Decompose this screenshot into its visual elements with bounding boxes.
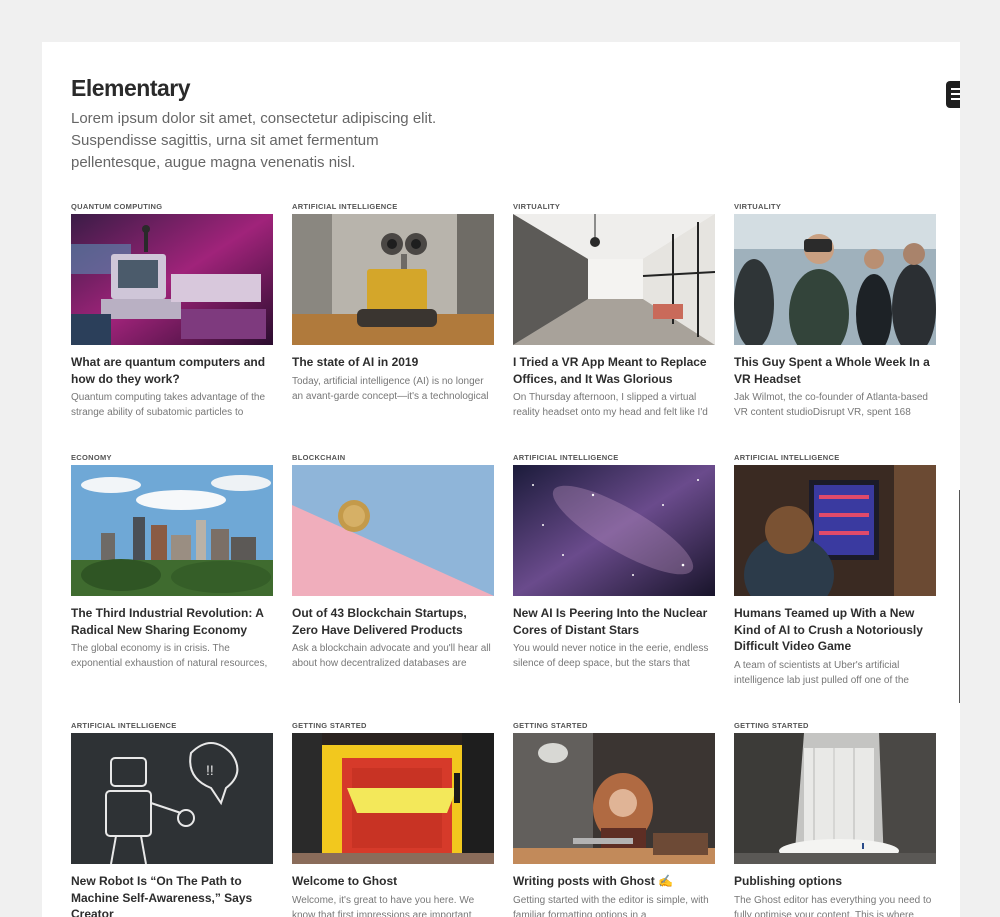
post-tag[interactable]: Artificial Intelligence [292, 200, 494, 214]
post-title[interactable]: Publishing options [734, 873, 936, 890]
post-card[interactable]: Virtuality I Tried a VR App Me [513, 200, 715, 420]
post-image-galaxy[interactable] [513, 465, 715, 596]
post-tag[interactable]: Blockchain [292, 451, 494, 465]
post-excerpt: Welcome, it's great to have you here. We… [292, 894, 475, 917]
post-excerpt: Quantum computing takes advantage of the… [71, 392, 266, 418]
post-tag[interactable]: Artificial Intelligence [71, 719, 273, 733]
post-title[interactable]: The Third Industrial Revolution: A Radic… [71, 605, 273, 638]
post-excerpt: The global economy is in crisis. The exp… [71, 643, 268, 669]
post-title[interactable]: New Robot Is “On The Path to Machine Sel… [71, 873, 273, 917]
post-image-city-skyline[interactable] [71, 465, 273, 596]
post-tag[interactable]: Virtuality [513, 200, 715, 214]
post-tag[interactable]: Economy [71, 451, 273, 465]
post-tag[interactable]: Quantum Computing [71, 200, 273, 214]
post-image-retro-computers[interactable] [71, 214, 273, 345]
post-image-robot-chalk[interactable]: !! [71, 733, 273, 864]
svg-text:!!: !! [206, 762, 214, 778]
post-excerpt: On Thursday afternoon, I slipped a virtu… [513, 392, 708, 418]
hamburger-icon [951, 88, 960, 100]
post-title[interactable]: Welcome to Ghost [292, 873, 494, 890]
post-card[interactable]: Artificial Intelligence The state of AI … [292, 200, 494, 404]
post-excerpt: The Ghost editor has everything you need… [734, 894, 932, 917]
post-excerpt: You would never notice in the eerie, end… [513, 643, 709, 669]
menu-button[interactable] [946, 81, 960, 108]
site-description: Lorem ipsum dolor sit amet, consectetur … [71, 110, 437, 171]
post-image-office-hallway[interactable] [513, 214, 715, 345]
post-card[interactable]: Blockchain Out of 43 Blockchain Startups… [292, 451, 494, 671]
post-card[interactable]: Getting Started Publishing options The G… [734, 719, 936, 917]
site-title[interactable]: Elementary [71, 75, 191, 102]
post-excerpt: Today, artificial intelligence (AI) is n… [292, 375, 489, 402]
scrollbar[interactable] [959, 490, 960, 703]
post-card[interactable]: Artificial Intelligence New AI Is Peerin… [513, 451, 715, 671]
post-excerpt: Ask a blockchain advocate and you'll hea… [292, 643, 491, 669]
post-image-coin-pastel[interactable] [292, 465, 494, 596]
post-title[interactable]: This Guy Spent a Whole Week In a VR Head… [734, 354, 936, 387]
post-card[interactable]: Getting Started Welcome to Ghost Welcome… [292, 719, 494, 917]
post-title[interactable]: What are quantum computers and how do th… [71, 354, 273, 387]
page: Elementary Lorem ipsum dolor sit amet, c… [42, 42, 960, 917]
post-tag[interactable]: Getting Started [292, 719, 494, 733]
post-excerpt: A team of scientists at Uber's artificia… [734, 659, 909, 686]
post-title[interactable]: I Tried a VR App Meant to Replace Office… [513, 354, 715, 387]
post-tag[interactable]: Artificial Intelligence [734, 451, 936, 465]
post-tag[interactable]: Getting Started [513, 719, 715, 733]
post-title[interactable]: Writing posts with Ghost ✍️ [513, 873, 715, 890]
post-card[interactable]: Getting Started Writing posts with Ghost… [513, 719, 715, 917]
post-image-vr-crowd[interactable] [734, 214, 936, 345]
post-image-wall-e-robot[interactable] [292, 214, 494, 345]
post-card[interactable]: Virtuality This Guy Spent a Whole Week I… [734, 200, 936, 420]
post-image-waterfall[interactable] [734, 733, 936, 864]
post-title[interactable]: The state of AI in 2019 [292, 354, 494, 371]
post-image-arcade-kid[interactable] [734, 465, 936, 596]
post-card[interactable]: Quantum Computing What are quantum compu… [71, 200, 273, 420]
post-image-woman-laptop[interactable] [513, 733, 715, 864]
post-tag[interactable]: Virtuality [734, 200, 936, 214]
post-excerpt: Getting started with the editor is simpl… [513, 894, 709, 917]
post-title[interactable]: Humans Teamed up With a New Kind of AI t… [734, 605, 936, 655]
post-image-hello-door[interactable] [292, 733, 494, 864]
post-tag[interactable]: Getting Started [734, 719, 936, 733]
post-excerpt: Jak Wilmot, the co-founder of Atlanta-ba… [734, 392, 928, 418]
post-card[interactable]: Artificial Intelligence Humans Teamed up… [734, 451, 936, 688]
post-card[interactable]: Artificial Intelligence !! N [71, 719, 273, 917]
post-title[interactable]: Out of 43 Blockchain Startups, Zero Have… [292, 605, 494, 638]
post-tag[interactable]: Artificial Intelligence [513, 451, 715, 465]
post-card[interactable]: Economy [71, 451, 273, 671]
post-title[interactable]: New AI Is Peering Into the Nuclear Cores… [513, 605, 715, 638]
